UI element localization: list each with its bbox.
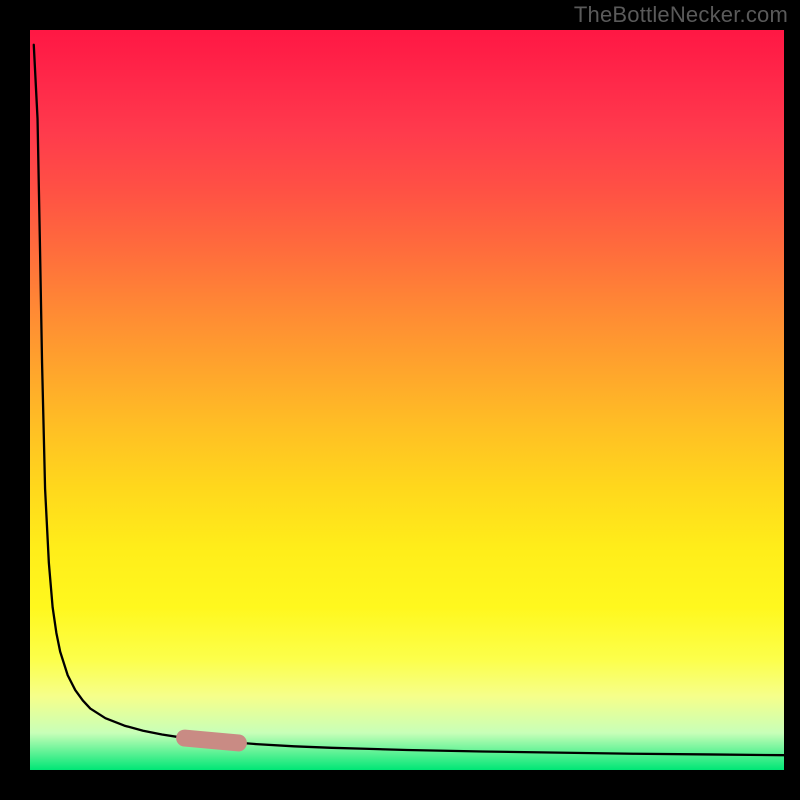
plot-area [30, 30, 784, 770]
watermark-attribution: TheBottleNecker.com [574, 2, 788, 28]
chart-container: TheBottleNecker.com [0, 0, 800, 800]
bottleneck-curve [30, 30, 784, 770]
